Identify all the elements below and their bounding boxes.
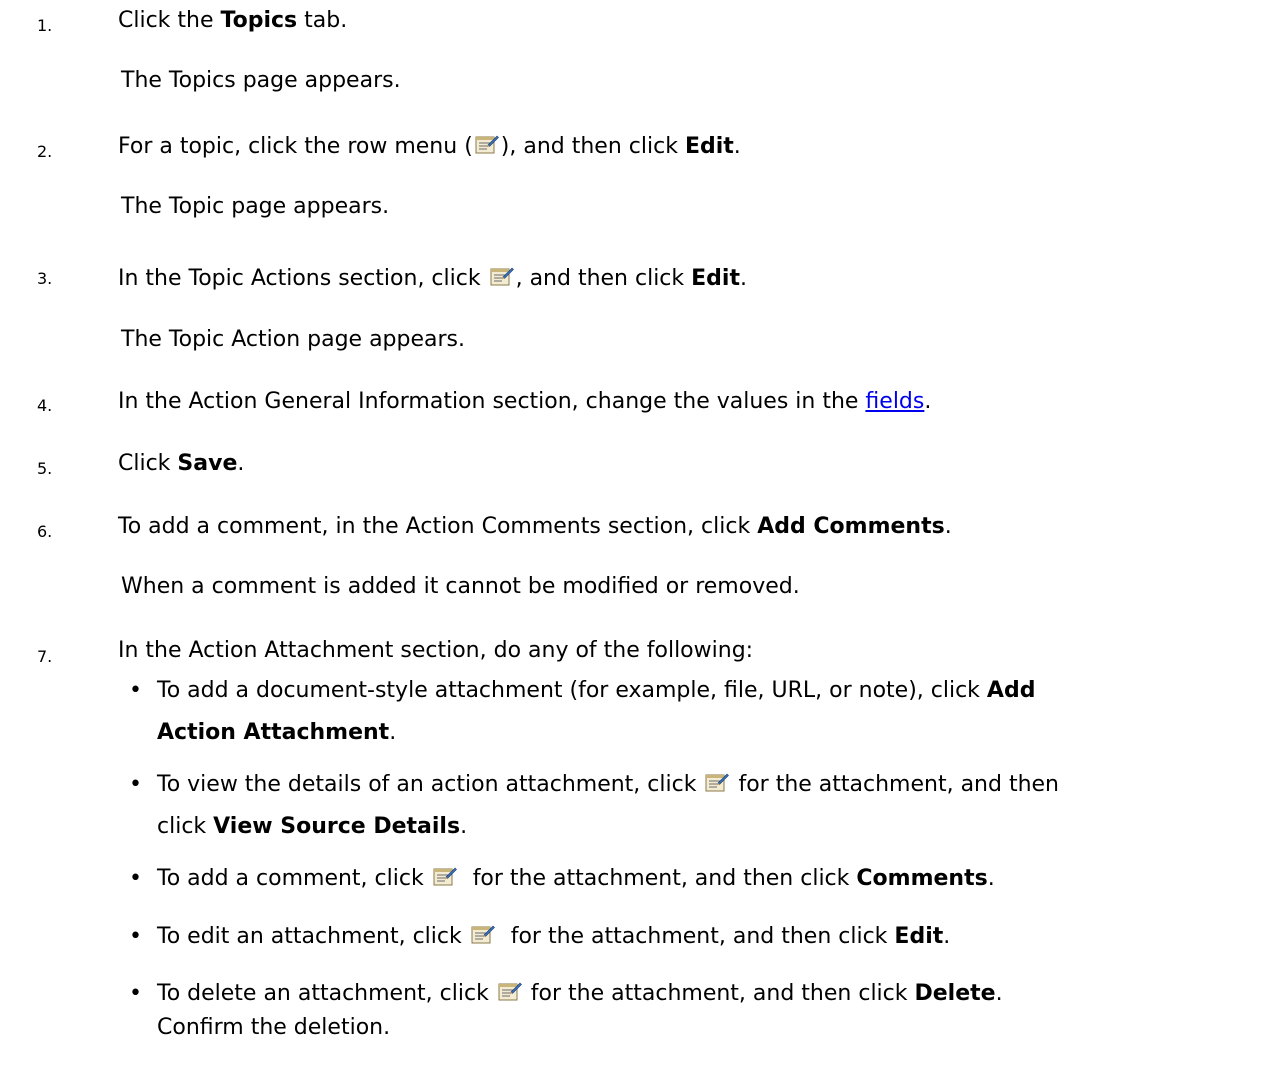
- bullet-text: .: [460, 814, 468, 839]
- bullet-marker: •: [129, 678, 142, 703]
- step-7-instruction: In the Action Attachment section, do any…: [118, 638, 754, 663]
- bullet-line: Confirm the deletion.: [157, 1013, 1003, 1055]
- row-menu-icon[interactable]: [475, 133, 499, 155]
- row-menu-icon[interactable]: [498, 980, 522, 1002]
- bullet-marker: •: [129, 772, 142, 797]
- bullet-text: for the attachment, and then click: [496, 924, 895, 949]
- bullet-bold-text: View Source Details: [213, 814, 461, 839]
- step-1-result: The Topics page appears.: [121, 68, 401, 93]
- step-text: tab.: [297, 8, 348, 33]
- bullet-text: To view the details of an action attachm…: [157, 772, 704, 797]
- step-2-result: The Topic page appears.: [121, 194, 390, 219]
- row-menu-icon[interactable]: [705, 771, 729, 793]
- step-text: .: [944, 514, 952, 539]
- step-text: .: [237, 451, 245, 476]
- help-document: 1. Click the Topics tab. The Topics page…: [0, 0, 1271, 1080]
- bullet-bold-text: Add: [986, 678, 1036, 703]
- bullet-text: To add a document-style attachment (for …: [157, 678, 987, 703]
- step-text: , and then click: [515, 266, 692, 291]
- bullet-marker: •: [129, 866, 142, 891]
- list-item: • To view the details of an action attac…: [129, 770, 1059, 854]
- step-bold-text: Edit: [691, 266, 740, 291]
- bullet-bold-text: Action Attachment: [157, 720, 390, 745]
- step-2-instruction: For a topic, click the row menu ( ), and …: [118, 132, 1271, 162]
- step-text: Click: [118, 451, 178, 476]
- bullet-line: To add a document-style attachment (for …: [157, 676, 1035, 718]
- bullet-text: for the attachment, and then: [731, 772, 1059, 797]
- step-number: 1.: [37, 16, 53, 35]
- bullet-text: To add a comment, click: [157, 866, 431, 891]
- step-number: 7.: [37, 647, 53, 666]
- bullet-bold-text: Edit: [894, 924, 944, 949]
- bullet-line: To view the details of an action attachm…: [157, 770, 1059, 812]
- step-text: In the Topic Actions section, click: [118, 266, 488, 291]
- step-text: For a topic, click the row menu (: [118, 134, 473, 159]
- step-text: Click the: [118, 8, 221, 33]
- bullet-text: To delete an attachment, click: [157, 981, 496, 1006]
- list-item: • To add a comment, click for the attach…: [129, 864, 995, 906]
- row-menu-icon[interactable]: [433, 865, 457, 887]
- bullet-marker: •: [129, 981, 142, 1006]
- step-number: 2.: [37, 142, 53, 161]
- bullet-line: To delete an attachment, click for the a…: [157, 979, 1003, 1013]
- bullet-text: for the attachment, and then click: [523, 981, 915, 1006]
- step-text: To add a comment, in the Action Comments…: [118, 514, 758, 539]
- bullet-bold-text: Comments: [856, 866, 988, 891]
- row-menu-icon[interactable]: [490, 265, 514, 287]
- step-text: ), and then click: [500, 134, 685, 159]
- bullet-line: click View Source Details.: [157, 812, 1059, 854]
- step-bold-text: Add Comments: [757, 514, 945, 539]
- bullet-text: for the attachment, and then click: [458, 866, 857, 891]
- step-6-instruction: To add a comment, in the Action Comments…: [118, 512, 1271, 542]
- row-menu-icon[interactable]: [471, 923, 495, 945]
- step-number: 3.: [37, 269, 53, 288]
- list-item: • To add a document-style attachment (fo…: [129, 676, 1035, 760]
- step-3-result: The Topic Action page appears.: [121, 327, 465, 352]
- step-number: 6.: [37, 522, 53, 541]
- bullet-text: Confirm the deletion.: [157, 1015, 391, 1040]
- bullet-text: To edit an attachment, click: [157, 924, 469, 949]
- bullet-text: .: [995, 981, 1003, 1006]
- bullet-line: To edit an attachment, click for the att…: [157, 922, 950, 964]
- bullet-text: .: [389, 720, 397, 745]
- step-6-result: When a comment is added it cannot be mod…: [121, 574, 800, 599]
- bullet-text: click: [157, 814, 214, 839]
- step-text: .: [733, 134, 741, 159]
- step-text: .: [739, 266, 747, 291]
- list-item: • To delete an attachment, click for the…: [129, 979, 1003, 1055]
- step-5-instruction: Click Save.: [118, 449, 1271, 479]
- step-text: In the Action General Information sectio…: [118, 389, 866, 414]
- step-3-instruction: In the Topic Actions section, click , an…: [118, 264, 1271, 294]
- step-text: .: [924, 389, 932, 414]
- step-number: 4.: [37, 396, 53, 415]
- step-bold-text: Edit: [684, 134, 734, 159]
- bullet-text: .: [943, 924, 951, 949]
- bullet-marker: •: [129, 924, 142, 949]
- step-4-instruction: In the Action General Information sectio…: [118, 387, 1271, 417]
- fields-link[interactable]: fields: [865, 389, 924, 414]
- bullet-line: To add a comment, click for the attachme…: [157, 864, 995, 906]
- bullet-bold-text: Delete: [914, 981, 996, 1006]
- step-number: 5.: [37, 459, 53, 478]
- step-bold-text: Save: [177, 451, 238, 476]
- bullet-line: Action Attachment.: [157, 718, 1035, 760]
- list-item: • To edit an attachment, click for the a…: [129, 922, 950, 964]
- bullet-text: .: [987, 866, 995, 891]
- step-1-instruction: Click the Topics tab.: [118, 6, 1271, 36]
- step-bold-text: Topics: [220, 8, 298, 33]
